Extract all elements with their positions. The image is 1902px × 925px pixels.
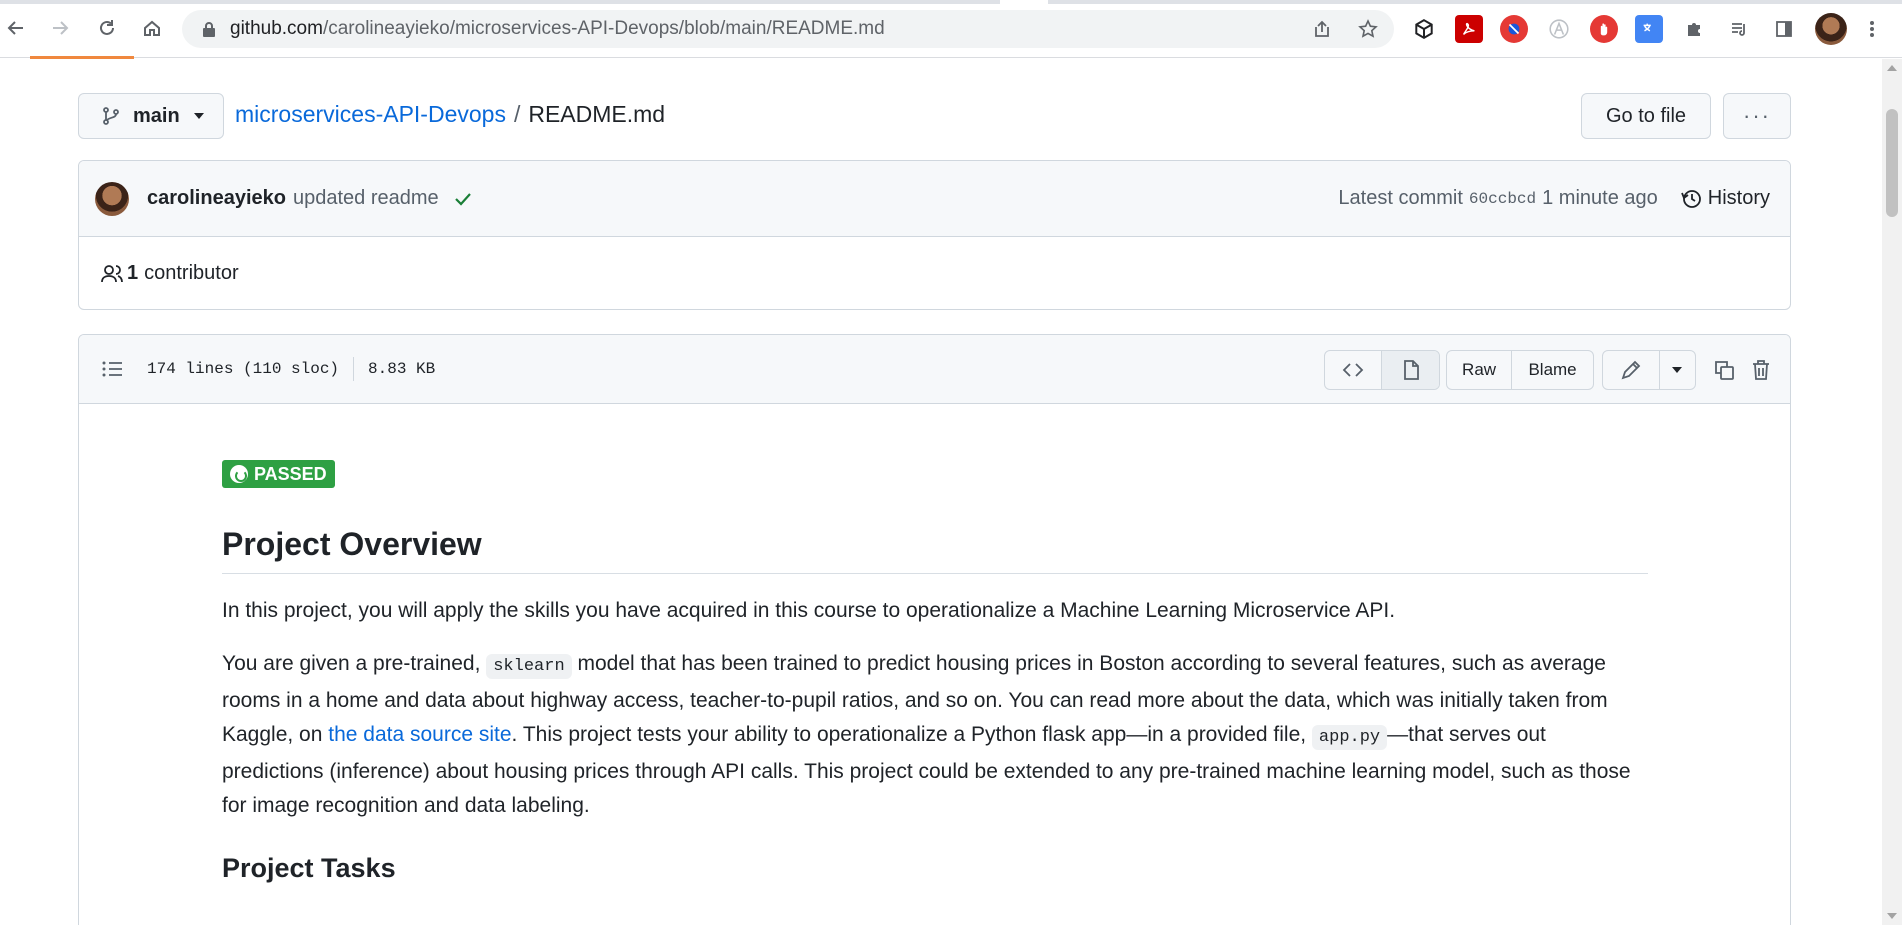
file-size: 8.83 KB bbox=[368, 360, 436, 379]
reload-icon[interactable] bbox=[91, 12, 123, 44]
inline-code-sklearn: sklearn bbox=[486, 654, 572, 679]
chevron-down-icon bbox=[193, 113, 204, 119]
page-scrollbar[interactable] bbox=[1882, 59, 1902, 925]
address-bar[interactable]: github.com/carolineayieko/microservices-… bbox=[182, 10, 1394, 48]
trash-icon[interactable] bbox=[1743, 350, 1779, 390]
url-text[interactable]: github.com/carolineayieko/microservices-… bbox=[230, 18, 885, 40]
latest-commit-box: carolineayieko updated readme Latest com… bbox=[78, 160, 1791, 310]
heading-project-tasks: Project Tasks bbox=[222, 853, 396, 883]
home-icon[interactable] bbox=[136, 12, 168, 44]
puzzle-extensions-icon[interactable] bbox=[1680, 15, 1708, 43]
ci-status-badge[interactable]: PASSED bbox=[222, 460, 335, 488]
table-of-contents-icon[interactable] bbox=[101, 358, 123, 380]
text-extension-icon[interactable] bbox=[1545, 15, 1573, 43]
paragraph-intro: In this project, you will apply the skil… bbox=[222, 599, 1396, 622]
more-options-button[interactable]: ··· bbox=[1723, 93, 1791, 139]
breadcrumb: microservices-API-Devops / README.md bbox=[235, 101, 665, 128]
forward-icon[interactable] bbox=[44, 12, 76, 44]
contributor-count: 1 bbox=[127, 262, 139, 284]
file-lines: 174 lines (110 sloc) bbox=[147, 360, 340, 379]
commit-time: 1 minute ago bbox=[1542, 187, 1658, 209]
history-label: History bbox=[1707, 187, 1770, 209]
preview-view-button[interactable] bbox=[1382, 351, 1439, 389]
tab-strip bbox=[0, 0, 1902, 4]
heading-project-overview: Project Overview bbox=[222, 526, 1648, 574]
go-to-file-button[interactable]: Go to file bbox=[1581, 93, 1711, 139]
contributors-row[interactable]: 1 contributor bbox=[79, 237, 1790, 309]
text-segment: . This project tests your ability to ope… bbox=[511, 723, 1312, 746]
triangle-down-icon bbox=[1672, 367, 1683, 373]
data-source-link[interactable]: the data source site bbox=[328, 723, 511, 746]
edit-button[interactable] bbox=[1603, 351, 1660, 389]
cube-extension-icon[interactable] bbox=[1410, 15, 1438, 43]
edit-group bbox=[1602, 350, 1696, 390]
star-bookmark-icon[interactable] bbox=[1353, 14, 1383, 44]
raw-blame-group: Raw Blame bbox=[1446, 350, 1594, 390]
breadcrumb-separator: / bbox=[513, 101, 521, 127]
ci-icon bbox=[230, 465, 248, 483]
translate-extension-icon[interactable] bbox=[1635, 15, 1663, 43]
url-path: /carolineayieko/microservices-API-Devops… bbox=[322, 18, 885, 39]
file-navigation: main microservices-API-Devops / README.md … bbox=[78, 93, 1791, 139]
file-icon bbox=[1403, 360, 1419, 380]
scroll-down-arrow-icon[interactable] bbox=[1887, 913, 1897, 919]
profile-avatar[interactable] bbox=[1815, 13, 1847, 45]
badge-label: PASSED bbox=[254, 463, 327, 484]
side-panel-icon[interactable] bbox=[1770, 15, 1798, 43]
active-tab-indicator bbox=[1000, 0, 1048, 4]
file-header: 174 lines (110 sloc) 8.83 KB Raw Blame bbox=[79, 335, 1790, 404]
paragraph-details: You are given a pre-trained, sklearn mod… bbox=[222, 647, 1648, 823]
branch-name: main bbox=[133, 104, 180, 127]
contributor-label: contributor bbox=[144, 262, 239, 284]
history-icon bbox=[1680, 189, 1701, 208]
github-page: main microservices-API-Devops / README.md … bbox=[0, 59, 1882, 925]
latest-commit-label: Latest commit bbox=[1338, 187, 1463, 209]
url-host: github.com bbox=[230, 18, 323, 39]
commit-meta: Latest commit 60ccbcd 1 minute ago Histo… bbox=[1338, 187, 1770, 210]
repo-link[interactable]: microservices-API-Devops bbox=[235, 101, 506, 127]
history-link[interactable]: History bbox=[1680, 187, 1770, 210]
check-icon[interactable] bbox=[453, 189, 473, 209]
pdf-extension-icon[interactable] bbox=[1455, 15, 1483, 43]
commit-sha[interactable]: 60ccbcd bbox=[1469, 190, 1536, 208]
blame-button[interactable]: Blame bbox=[1512, 351, 1593, 389]
scroll-up-arrow-icon[interactable] bbox=[1887, 65, 1897, 71]
media-queue-icon[interactable] bbox=[1725, 15, 1753, 43]
branch-select-button[interactable]: main bbox=[78, 93, 224, 139]
pencil-icon bbox=[1621, 360, 1641, 380]
back-icon[interactable] bbox=[0, 12, 32, 44]
share-icon[interactable] bbox=[1307, 14, 1337, 44]
block-extension-icon[interactable] bbox=[1500, 15, 1528, 43]
scrollbar-thumb[interactable] bbox=[1886, 109, 1898, 217]
file-name: README.md bbox=[528, 101, 666, 127]
commit-author[interactable]: carolineayieko bbox=[147, 187, 286, 210]
copy-icon[interactable] bbox=[1706, 350, 1742, 390]
meta-divider bbox=[353, 357, 355, 381]
adblock-hand-icon[interactable] bbox=[1590, 15, 1618, 43]
file-meta: 174 lines (110 sloc) 8.83 KB bbox=[147, 357, 435, 381]
view-toggle bbox=[1324, 350, 1440, 390]
author-avatar[interactable] bbox=[95, 181, 129, 216]
commit-row: carolineayieko updated readme Latest com… bbox=[79, 161, 1790, 237]
file-view: 174 lines (110 sloc) 8.83 KB Raw Blame P… bbox=[78, 334, 1791, 925]
raw-button[interactable]: Raw bbox=[1447, 351, 1513, 389]
people-icon bbox=[101, 264, 123, 282]
readme-content: PASSED Project Overview In this project,… bbox=[79, 404, 1790, 884]
commit-message[interactable]: updated readme bbox=[293, 187, 439, 210]
browser-toolbar: github.com/carolineayieko/microservices-… bbox=[0, 0, 1902, 59]
code-icon bbox=[1342, 363, 1364, 377]
git-branch-icon bbox=[103, 107, 119, 125]
inline-code-app-py: app.py bbox=[1311, 725, 1388, 750]
kebab-menu-icon[interactable] bbox=[1862, 15, 1882, 43]
edit-dropdown-button[interactable] bbox=[1660, 351, 1695, 389]
text-segment: You are given a pre-trained, bbox=[222, 652, 487, 675]
lock-icon[interactable] bbox=[202, 21, 216, 37]
code-view-button[interactable] bbox=[1325, 351, 1383, 389]
